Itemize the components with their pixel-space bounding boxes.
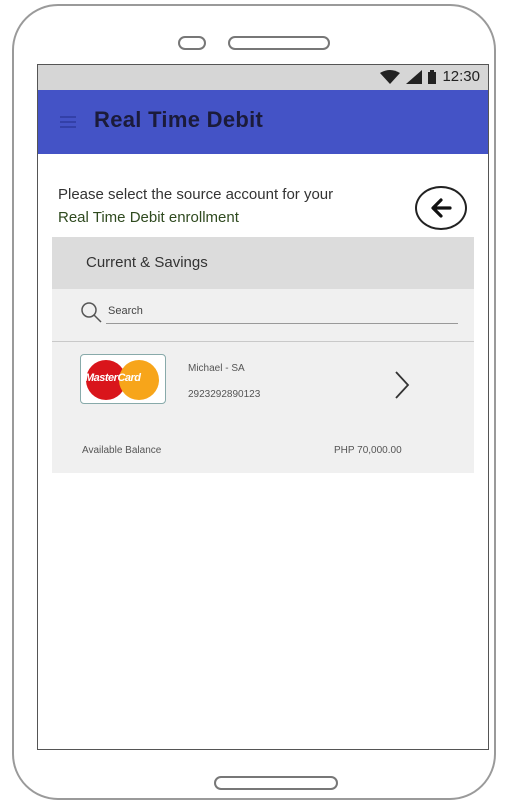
battery-icon: [428, 69, 437, 84]
status-time: 12:30: [442, 68, 480, 85]
search-input[interactable]: [106, 301, 458, 324]
app-title: Real Time Debit: [94, 107, 264, 132]
accounts-panel: Current & Savings MasterCard Michael - S…: [52, 237, 474, 473]
instruction-line-1: Please select the source account for you…: [58, 186, 334, 203]
back-arrow-icon: [431, 198, 452, 218]
balance-label: Available Balance: [82, 445, 162, 456]
instruction-line-2: Real Time Debit enrollment: [58, 209, 239, 226]
camera-icon: [178, 36, 206, 50]
wifi-icon: [380, 69, 401, 84]
home-button[interactable]: [214, 776, 338, 790]
section-title: Current & Savings: [86, 254, 208, 271]
search-bar: [52, 289, 474, 341]
phone-screen: 12:30 Real Time Debit Please select the …: [37, 64, 489, 750]
balance-value: PHP 70,000.00: [334, 445, 402, 456]
instruction-text: Please select the source account for you…: [58, 183, 333, 229]
account-number: 2923292890123: [188, 389, 261, 400]
app-bar: Real Time Debit: [38, 90, 488, 154]
menu-icon[interactable]: [60, 116, 76, 128]
signal-icon: [406, 69, 423, 84]
account-name: Michael - SA: [188, 363, 245, 374]
status-icons: 12:30: [380, 68, 480, 85]
section-header: Current & Savings: [52, 237, 474, 289]
chevron-right-icon[interactable]: [394, 370, 410, 400]
card-brand-text: MasterCard: [85, 372, 141, 384]
account-item[interactable]: MasterCard Michael - SA 2923292890123 Av…: [52, 342, 474, 472]
speaker-slot: [228, 36, 330, 50]
status-bar: 12:30: [38, 65, 488, 90]
mastercard-logo: MasterCard: [80, 354, 166, 404]
search-icon[interactable]: [80, 301, 102, 323]
back-button[interactable]: [415, 186, 467, 230]
